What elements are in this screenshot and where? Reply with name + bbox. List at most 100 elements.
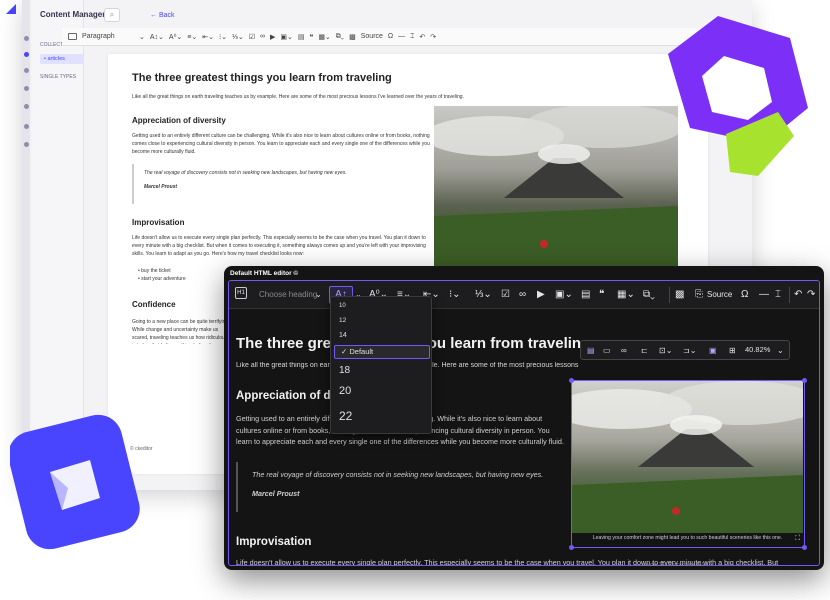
bullet-list-icon[interactable]: ⁝⌄ — [219, 33, 227, 41]
indent-icon[interactable]: ⇤⌄ — [202, 33, 214, 41]
font-size-option-default[interactable]: ✓ Default — [334, 345, 430, 359]
volcano-landscape-image[interactable] — [434, 106, 678, 266]
font-size-option-10[interactable]: 10 — [339, 303, 346, 309]
nav-icon[interactable] — [24, 124, 29, 129]
paragraph-improvisation: Life doesn't allow us to execute every s… — [132, 235, 426, 257]
link-icon[interactable]: ∞ — [519, 288, 526, 302]
chevron-down-icon[interactable]: ⌄ — [777, 345, 784, 356]
redo-icon[interactable]: ↷ — [430, 33, 436, 41]
h1-icon[interactable]: H1 — [235, 287, 247, 299]
resize-handle[interactable] — [569, 545, 574, 550]
nav-icon[interactable] — [24, 86, 29, 91]
quote-icon[interactable]: ❝ — [310, 33, 314, 41]
image-caption[interactable]: Leaving your comfort zone might lead you… — [572, 535, 803, 541]
image-zoom-value[interactable]: 40.82% — [745, 345, 770, 354]
font-size-option-22[interactable]: 22 — [339, 409, 352, 423]
paragraph-confidence: Going to a new place can be quite terrif… — [132, 319, 231, 344]
align-right-icon[interactable]: ⊐⌄ — [683, 345, 696, 356]
resize-image-icon[interactable]: ⊞ — [729, 345, 736, 356]
heading-improvisation: Improvisation — [132, 218, 185, 227]
heading-confidence: Confidence — [132, 300, 176, 309]
todo-list-icon[interactable]: ☑ — [501, 288, 510, 302]
link-icon[interactable]: ∞ — [260, 33, 265, 40]
blockquote: The real voyage of discovery consists no… — [132, 164, 432, 204]
nav-icon[interactable] — [24, 142, 29, 147]
dark-editor-title: Default HTML editor © — [230, 270, 299, 277]
heading-dropdown[interactable]: Paragraph — [82, 33, 134, 40]
html-embed-icon[interactable]: ▩ — [349, 33, 356, 41]
font-size-option-12[interactable]: 12 — [339, 317, 346, 324]
image-icon[interactable]: ▣⌄ — [280, 33, 292, 41]
font-size-option-20[interactable]: 20 — [339, 385, 351, 397]
table-icon[interactable]: ▦⌄ — [617, 288, 635, 302]
fullscreen-icon[interactable]: ⛶ — [795, 535, 800, 543]
html-embed-icon[interactable]: ▩ — [675, 288, 684, 302]
source-icon[interactable]: ⎘ — [695, 288, 703, 302]
special-chars-icon[interactable]: Ω — [388, 33, 393, 40]
page-break-icon[interactable]: ⌶ — [775, 288, 781, 302]
bullet-list-icon[interactable]: ⁝⌄ — [449, 288, 461, 302]
volcano-landscape-image[interactable] — [572, 381, 803, 533]
undo-icon[interactable]: ↶ — [419, 33, 425, 41]
image-icon[interactable]: ▣⌄ — [555, 288, 573, 302]
resize-handle[interactable] — [569, 378, 574, 383]
chevron-down-icon[interactable]: ⌄ — [315, 288, 322, 302]
resize-handle[interactable] — [802, 378, 807, 383]
redo-icon[interactable]: ↷ — [807, 288, 815, 302]
nav-icon[interactable] — [24, 104, 29, 109]
numbered-list-icon[interactable]: ⅓⌄ — [475, 288, 492, 302]
screenshot-stage: Content Manager ⌕ ← Back COLLECTION TYPE… — [0, 0, 830, 600]
page-break-icon[interactable]: ⌶ — [410, 33, 414, 41]
calendar-icon[interactable]: ▤ — [298, 33, 305, 41]
resize-handle[interactable] — [802, 545, 807, 550]
h1-icon[interactable] — [68, 33, 77, 40]
calendar-icon[interactable]: ▤ — [581, 288, 590, 302]
paragraph-diversity: Getting used to an entirely different cu… — [132, 133, 430, 155]
back-link[interactable]: ← Back — [150, 12, 175, 19]
search-icon[interactable]: ⌕ — [104, 8, 120, 22]
nav-icon[interactable] — [24, 68, 29, 73]
undo-icon[interactable]: ↶ — [794, 288, 802, 302]
font-size-option-18[interactable]: 18 — [339, 365, 350, 376]
font-size-option-14[interactable]: 14 — [339, 332, 347, 339]
template-icon[interactable]: ⧉⌄ — [336, 33, 344, 41]
table-icon[interactable]: ▦⌄ — [318, 33, 330, 41]
numbered-list-icon[interactable]: ⅓⌄ — [232, 33, 244, 41]
align-center-icon[interactable]: ⊡⌄ — [659, 345, 672, 356]
paragraph-improvisation: Life doesn't allow us to execute every s… — [236, 558, 779, 566]
blockquote: The real voyage of discovery consists no… — [236, 462, 566, 512]
caption-toggle-icon[interactable]: ▭ — [603, 345, 611, 356]
media-icon[interactable]: ▶ — [270, 33, 275, 41]
todo-list-icon[interactable]: ☑ — [249, 33, 255, 41]
dark-editor-toolbar: H1 Choose heading ⌄ A↕ ⌄ A⁰⌄ ≡⌄ ⇤⌄ ⁝⌄ ⅓⌄… — [229, 281, 819, 309]
dark-editor[interactable]: H1 Choose heading ⌄ A↕ ⌄ A⁰⌄ ≡⌄ ⇤⌄ ⁝⌄ ⅓⌄… — [228, 280, 820, 566]
light-editor-toolbar: Paragraph ⌄ A↕⌄ A⁰⌄ ≡⌄ ⇤⌄ ⁝⌄ ⅓⌄ ☑ ∞ ▶ ▣⌄… — [62, 28, 752, 46]
wrap-text-icon[interactable]: ▣ — [709, 345, 717, 356]
dark-editor-window: Default HTML editor © H1 Choose heading … — [224, 266, 824, 570]
quote-icon[interactable]: ❝ — [599, 288, 604, 302]
strapi-logo-icon — [10, 414, 140, 550]
content-manager-title: Content Manager — [40, 10, 106, 19]
nav-icon[interactable] — [24, 36, 29, 41]
sidebar-item-articles[interactable]: • articles — [40, 54, 84, 64]
align-icon[interactable]: ≡⌄ — [187, 33, 197, 41]
chevron-down-icon[interactable]: ⌄ — [139, 33, 145, 41]
selected-image-widget[interactable]: Leaving your comfort zone might lead you… — [569, 378, 807, 550]
link-icon[interactable]: ∞ — [621, 345, 627, 356]
source-button[interactable]: Source — [707, 288, 732, 302]
horizontal-line-icon[interactable]: — — [759, 288, 769, 302]
nav-icon-active[interactable] — [24, 52, 29, 57]
alt-text-icon[interactable]: ▤ — [587, 345, 595, 356]
template-icon[interactable]: ⧉⌄ — [643, 288, 655, 302]
special-chars-icon[interactable]: Ω — [741, 288, 748, 302]
source-button[interactable]: Source — [361, 33, 383, 40]
image-balloon-toolbar: ▤ ▭ ∞ ⊏ ⊡⌄ ⊐⌄ ▣ ⊞ 40.82% ⌄ — [580, 340, 790, 360]
horizontal-line-icon[interactable]: — — [398, 33, 405, 40]
heading-improvisation: Improvisation — [236, 536, 312, 548]
media-icon[interactable]: ▶ — [537, 288, 545, 302]
font-family-icon[interactable]: A⁰⌄ — [169, 33, 182, 41]
font-size-icon[interactable]: A↕⌄ — [150, 33, 164, 41]
quote-text: The real voyage of discovery consists no… — [144, 170, 347, 176]
align-left-icon[interactable]: ⊏ — [641, 345, 648, 356]
doc-title: The three greatest things you learn from… — [132, 72, 392, 84]
